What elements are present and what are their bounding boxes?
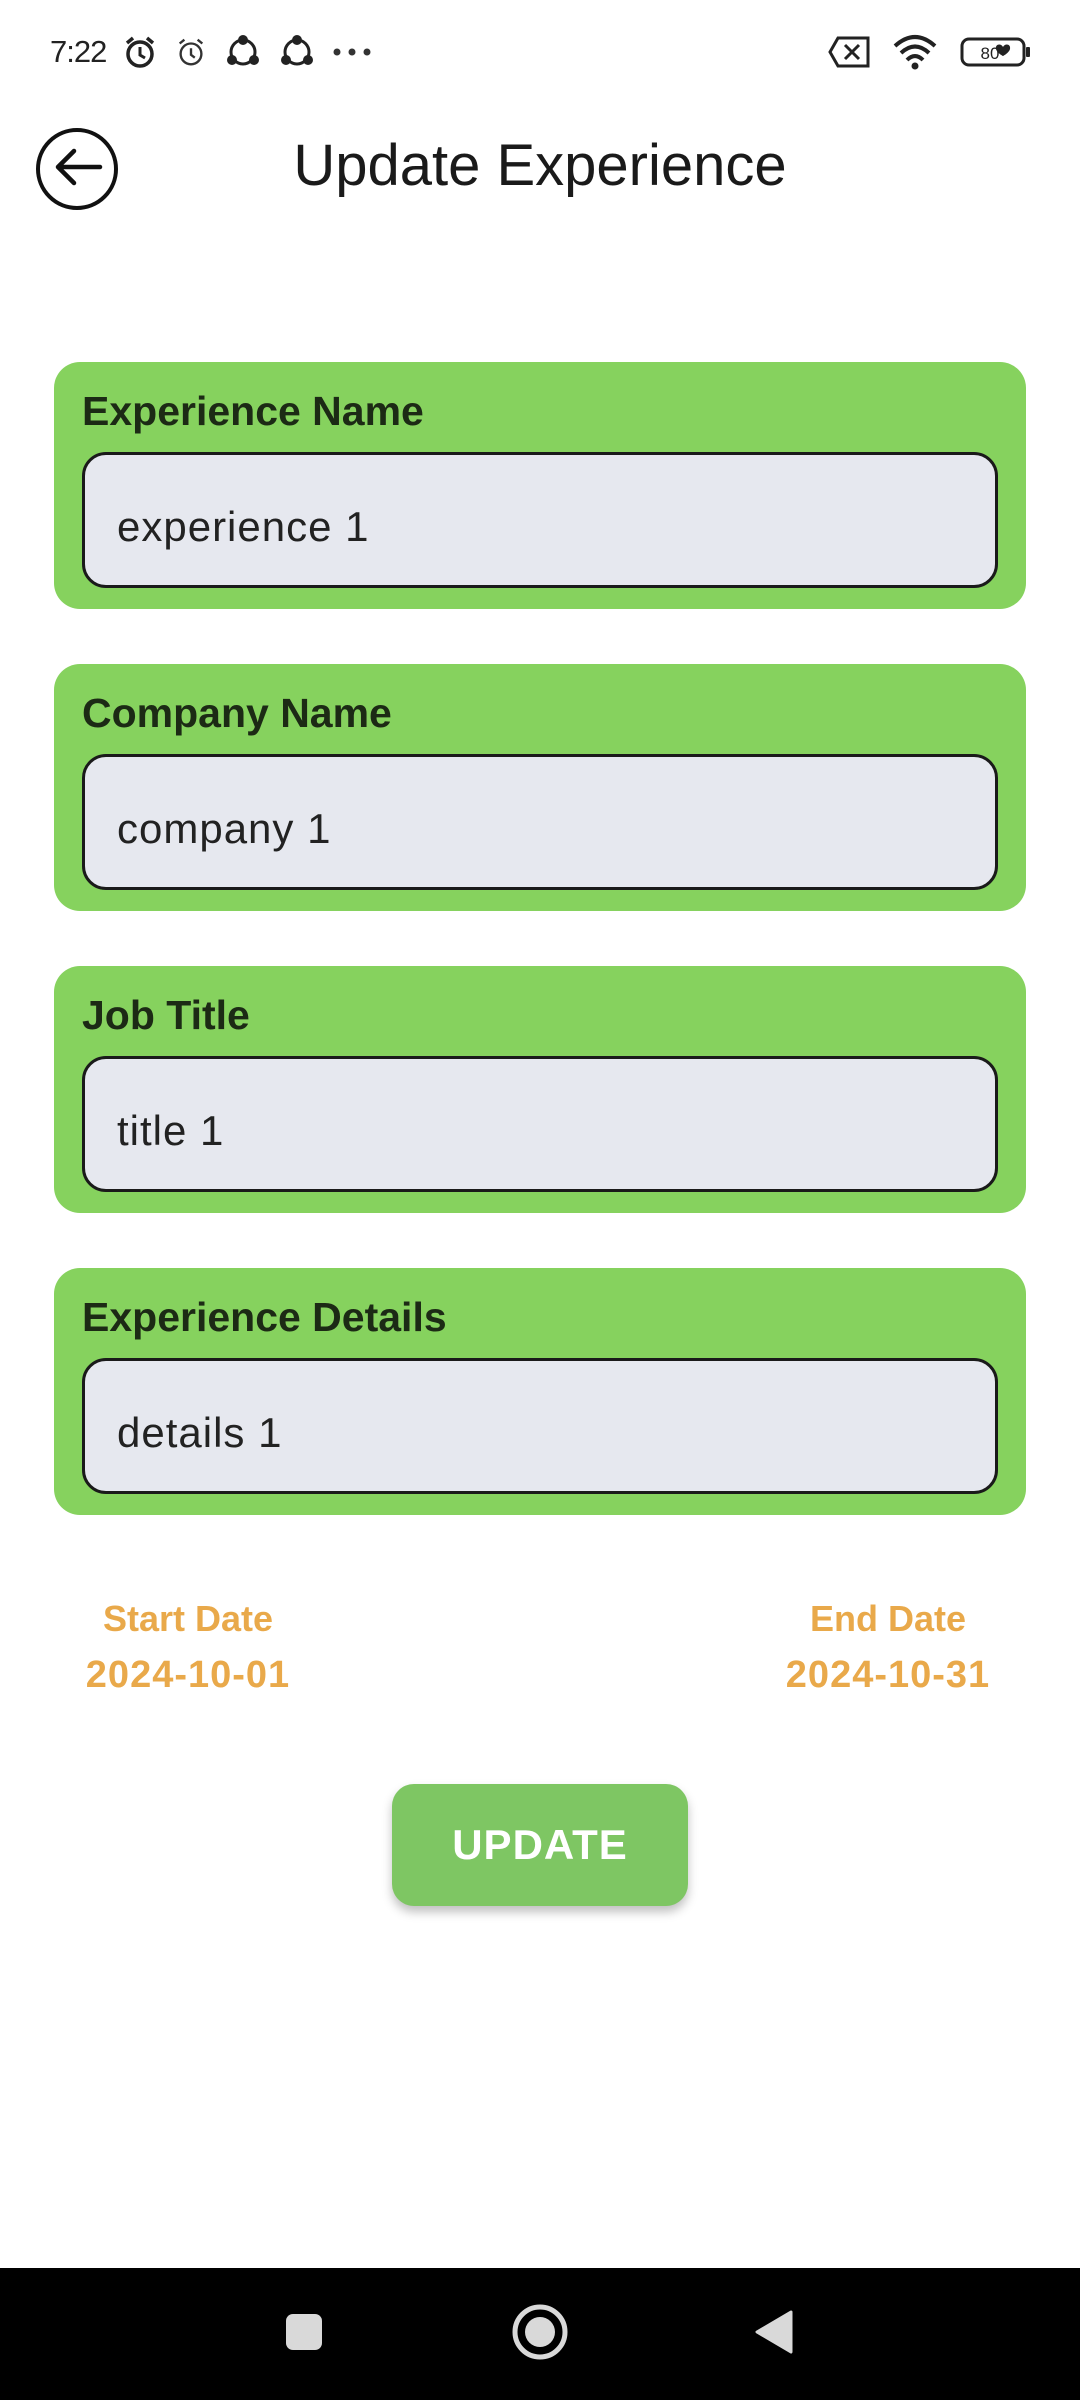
start-date-picker[interactable]: Start Date 2024-10-01 [84, 1598, 292, 1697]
square-icon [284, 2312, 324, 2357]
company-name-label: Company Name [82, 690, 392, 736]
status-right: 80 [828, 34, 1032, 70]
end-date-picker[interactable]: End Date 2024-10-31 [784, 1598, 992, 1697]
triangle-back-icon [753, 2308, 795, 2361]
wifi-icon [892, 34, 938, 70]
experience-details-field[interactable]: details 1 [82, 1358, 998, 1494]
job-title-field[interactable]: title 1 [82, 1056, 998, 1192]
no-sim-icon [828, 36, 870, 68]
job-title-card: Job Title title 1 [54, 966, 1026, 1213]
start-date-value: 2024-10-01 [85, 1654, 291, 1696]
company-name-card: Company Name company 1 [54, 664, 1026, 911]
app-bar: Update Experience [0, 104, 1080, 234]
battery-icon: 80 [960, 36, 1032, 68]
recents-button[interactable] [264, 2268, 344, 2400]
update-button[interactable]: UPDATE [392, 1784, 688, 1906]
experience-name-field[interactable]: experience 1 [82, 452, 998, 588]
end-date-value: 2024-10-31 [785, 1654, 991, 1696]
page-title: Update Experience [293, 133, 787, 198]
share-icon [224, 34, 262, 70]
back-nav-button[interactable] [734, 2268, 814, 2400]
home-circle-icon [511, 2303, 569, 2366]
experience-name-card: Experience Name experience 1 [54, 362, 1026, 609]
end-date-label: End Date [809, 1598, 967, 1639]
status-time: 7:22 [50, 34, 107, 69]
alarm-icon [122, 34, 158, 70]
job-title-label: Job Title [82, 992, 250, 1038]
experience-details-card: Experience Details details 1 [54, 1268, 1026, 1515]
experience-details-label: Experience Details [82, 1294, 447, 1340]
alarm-icon [174, 35, 208, 69]
experience-name-label: Experience Name [82, 388, 424, 434]
share-icon [278, 34, 316, 70]
system-nav-bar [0, 2268, 1080, 2400]
start-date-label: Start Date [102, 1598, 274, 1639]
home-button[interactable] [500, 2268, 580, 2400]
company-name-field[interactable]: company 1 [82, 754, 998, 890]
status-left: 7:22 [50, 34, 372, 70]
status-bar: 7:22 80 [0, 0, 1080, 104]
more-dots-icon [332, 47, 372, 57]
